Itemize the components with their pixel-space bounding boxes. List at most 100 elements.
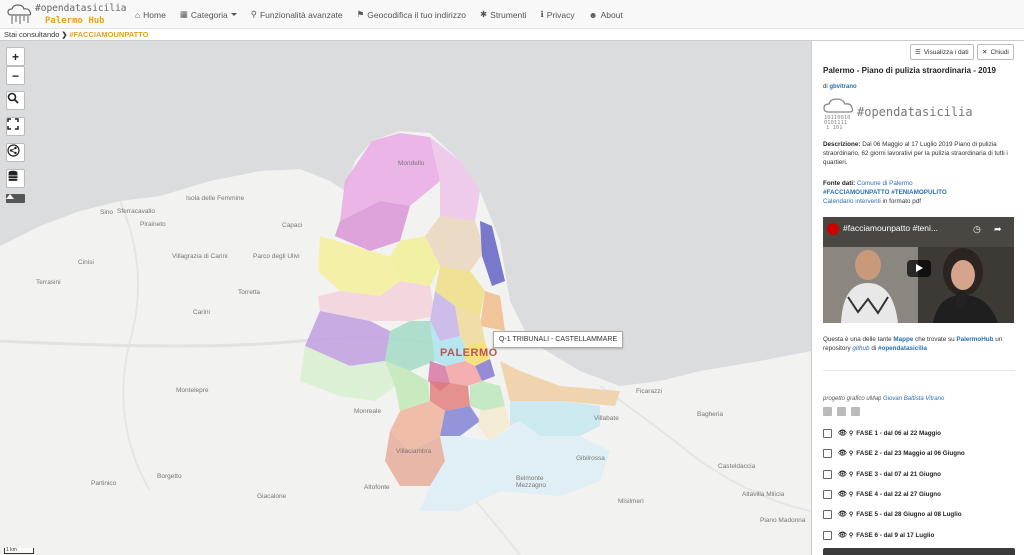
description-label: Descrizione: [823, 141, 861, 148]
search-map-button[interactable] [6, 91, 25, 110]
layers-button[interactable] [6, 169, 25, 188]
nav-funzionalita[interactable]: ⚲ Funzionalità avanzate [244, 0, 350, 29]
triangle-up-icon [6, 194, 14, 199]
palermohub-link[interactable]: PalermoHub [956, 336, 993, 343]
calendar-link[interactable]: Calendario interventi [823, 198, 881, 205]
clock-icon[interactable]: ◷ [973, 224, 981, 235]
nav-geocodifica[interactable]: ⚑ Geocodifica il tuo indirizzo [350, 0, 473, 29]
collapse-controls-button[interactable] [6, 194, 25, 203]
phase-label: FASE 5 - dal 28 Giugno al 08 Luglio [856, 510, 962, 518]
github-link[interactable]: github [852, 345, 869, 352]
eye-icon[interactable]: 👁 [838, 531, 847, 539]
nav-home[interactable]: ⌂ Home [128, 0, 173, 29]
description: Descrizione: Dal 06 Maggio al 17 Luglio … [823, 140, 1015, 167]
zoom-to-icon[interactable]: ⚲ [849, 491, 853, 498]
phase-toggle[interactable]: 👁 ⚲ FASE 2 - dal 23 Maggio al 06 Giugno [823, 448, 965, 458]
hashtags[interactable]: #FACCIAMOUNPATTO #TENIAMOPULITO [823, 189, 947, 196]
scale-bar: 1 km [4, 548, 34, 554]
place-label: Carini [193, 309, 210, 316]
zoom-out-button[interactable]: − [6, 66, 25, 85]
eye-icon[interactable]: 👁 [838, 490, 847, 498]
phase-checkbox[interactable] [823, 509, 832, 519]
zoom-to-icon[interactable]: ⚲ [849, 450, 853, 457]
nav-label: Geocodifica il tuo indirizzo [367, 9, 467, 20]
share-icon[interactable]: ➦ [994, 224, 1002, 235]
phase-checkbox[interactable] [823, 448, 832, 458]
map-canvas[interactable]: Sferracavallo Mondello Isola delle Femmi… [0, 41, 811, 555]
source-label: Fonte dati: [823, 180, 856, 187]
nav-strumenti[interactable]: ✱ Strumenti [473, 0, 534, 29]
credit-prefix: progetto grafico uMap [823, 396, 882, 402]
phase-toggle[interactable]: 👁 ⚲ FASE 3 - dal 07 al 21 Giugno [823, 469, 941, 479]
mappe-link[interactable]: Mappe [893, 336, 913, 343]
place-label: Gibilrossa [576, 455, 605, 462]
nav-privacy[interactable]: ℹ Privacy [534, 0, 582, 29]
place-label: Altofonte [364, 484, 390, 491]
gear-icon: ✱ [480, 9, 488, 19]
phase-checkbox[interactable] [823, 428, 832, 438]
facebook-icon[interactable] [851, 407, 860, 416]
place-label: Bagheria [697, 411, 724, 418]
caret-down-icon [230, 13, 237, 16]
note-text: di [871, 345, 877, 352]
list-icon: ☰ [915, 49, 921, 56]
place-label: Mondello [398, 160, 425, 167]
twitter-icon[interactable] [837, 407, 846, 416]
youtube-video[interactable]: #facciamounpatto #teni... ◷ ➦ [823, 217, 1014, 323]
zoom-to-icon[interactable]: ⚲ [849, 430, 853, 437]
author-link[interactable]: gbvitrano [829, 84, 856, 90]
place-label: Montelepre [176, 387, 209, 394]
phase-toggle[interactable]: 👁 ⚲ FASE 6 - dal 9 al 17 Luglio [823, 530, 934, 540]
source-link[interactable]: Comune di Palermo [857, 180, 913, 187]
share-button[interactable] [6, 143, 25, 162]
phase-toggle[interactable]: 👁 ⚲ FASE 5 - dal 28 Giugno al 08 Luglio [823, 509, 962, 519]
eye-icon[interactable]: 👁 [838, 510, 847, 518]
place-label: Belmonte Mezzagno [516, 475, 546, 489]
source-block: Fonte dati: Comune di Palermo #FACCIAMOU… [823, 179, 1015, 206]
nav-label: Funzionalità avanzate [259, 9, 343, 20]
phase-toggle[interactable]: 👁 ⚲ FASE 1 - dal 06 al 22 Maggio [823, 428, 941, 438]
place-label: Giacalone [257, 493, 287, 500]
note-text: che trovate su [915, 336, 955, 343]
eye-icon[interactable]: 👁 [838, 449, 847, 457]
brand-logo[interactable]: #opendatasicilia Palermo Hub [6, 2, 127, 28]
place-label: Terrasini [36, 279, 61, 286]
place-label: Sino [100, 209, 114, 216]
fullscreen-button[interactable] [6, 117, 25, 136]
database-icon [8, 170, 18, 181]
place-label: Villaciambra [396, 448, 432, 455]
opendatasicilia-link[interactable]: #opendatasicilia [878, 345, 927, 352]
place-label: Partinico [91, 480, 117, 487]
calendar-suffix: in formato pdf [882, 198, 922, 205]
credit-author-link[interactable]: Giovan Battista Vitrano [883, 396, 944, 402]
search-icon [7, 92, 19, 104]
map-marker-icon: ⚑ [356, 9, 365, 19]
close-label: Chiudi [990, 48, 1009, 56]
phase-toggle[interactable]: 👁 ⚲ FASE 4 - dal 22 al 27 Giugno [823, 489, 941, 499]
panel-title: Palermo - Piano di pulizia straordinaria… [823, 66, 996, 75]
breadcrumb-label: Stai consultando [4, 30, 60, 39]
eye-icon[interactable]: 👁 [838, 470, 847, 478]
credit: progetto grafico uMap Giovan Battista Vi… [823, 396, 944, 402]
place-label: Torretta [238, 289, 261, 296]
zoom-in-button[interactable]: + [6, 47, 25, 66]
play-button[interactable] [907, 260, 931, 277]
phase-label: FASE 6 - dal 9 al 17 Luglio [856, 531, 935, 539]
view-data-button[interactable]: ☰ Visualizza i dati [910, 44, 974, 60]
phase-checkbox[interactable] [823, 489, 832, 499]
breadcrumb-current[interactable]: #FACCIAMOUNPATTO [69, 30, 148, 39]
panel-bottom-button[interactable] [823, 548, 1015, 555]
nav-categoria[interactable]: ▦ Categoria [173, 0, 244, 29]
zoom-to-icon[interactable]: ⚲ [849, 511, 853, 518]
place-label: Monreale [354, 408, 382, 415]
phase-checkbox[interactable] [823, 530, 832, 540]
zoom-to-icon[interactable]: ⚲ [849, 532, 853, 539]
home-share-icon[interactable] [823, 407, 832, 416]
close-button[interactable]: ✕ Chiudi [977, 44, 1014, 60]
zoom-to-icon[interactable]: ⚲ [849, 471, 853, 478]
phase-label: FASE 4 - dal 22 al 27 Giugno [856, 490, 941, 498]
users-icon: ☻ [588, 9, 598, 20]
phase-checkbox[interactable] [823, 469, 832, 479]
eye-icon[interactable]: 👁 [838, 429, 847, 437]
nav-about[interactable]: ☻ About [582, 0, 630, 29]
